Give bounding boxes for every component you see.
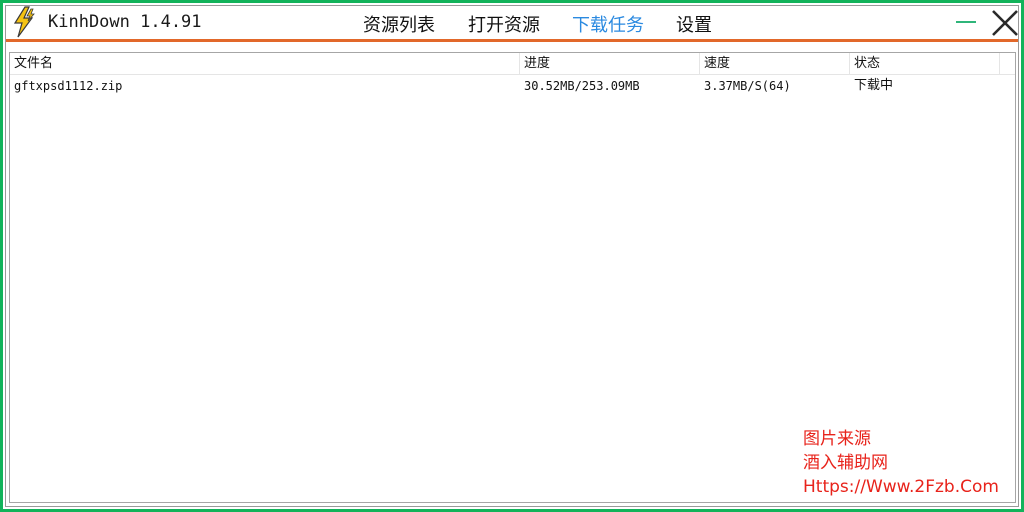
watermark-line-2: 酒入辅助网 — [803, 453, 888, 473]
watermark-url: Https://Www.2Fzb.Com — [803, 477, 999, 497]
watermark: 图片来源 酒入辅助网 Https://Www.2Fzb.Com — [803, 427, 999, 499]
column-header-progress[interactable]: 进度 — [520, 53, 700, 74]
cell-status: 下载中 — [854, 78, 894, 93]
table-row[interactable]: gftxpsd1112.zip 30.52MB/253.09MB 3.37MB/… — [10, 76, 1015, 96]
column-header-filename[interactable]: 文件名 — [10, 53, 520, 74]
column-header-speed[interactable]: 速度 — [700, 53, 850, 74]
title-bar[interactable]: KinhDown 1.4.91 资源列表 打开资源 下载任务 设置 — [6, 6, 1018, 40]
watermark-line-1: 图片来源 — [803, 429, 871, 449]
column-header-status[interactable]: 状态 — [850, 53, 1000, 74]
list-header: 文件名 进度 速度 状态 — [10, 53, 1015, 75]
minimize-icon[interactable] — [956, 21, 976, 23]
column-header-filler — [1000, 53, 1015, 74]
nav-settings[interactable]: 设置 — [676, 11, 712, 37]
close-icon[interactable] — [990, 8, 1020, 38]
title-accent-bar — [6, 39, 1018, 42]
cell-filename: gftxpsd1112.zip — [14, 79, 123, 93]
cell-progress: 30.52MB/253.09MB — [524, 79, 640, 93]
app-title: KinhDown 1.4.91 — [48, 12, 202, 32]
cell-speed: 3.37MB/S(64) — [704, 79, 791, 93]
lightning-bolt-icon — [10, 6, 38, 38]
nav-download-tasks[interactable]: 下载任务 — [572, 11, 644, 37]
nav-open-resource[interactable]: 打开资源 — [468, 11, 540, 37]
nav-resource-list[interactable]: 资源列表 — [363, 11, 435, 37]
